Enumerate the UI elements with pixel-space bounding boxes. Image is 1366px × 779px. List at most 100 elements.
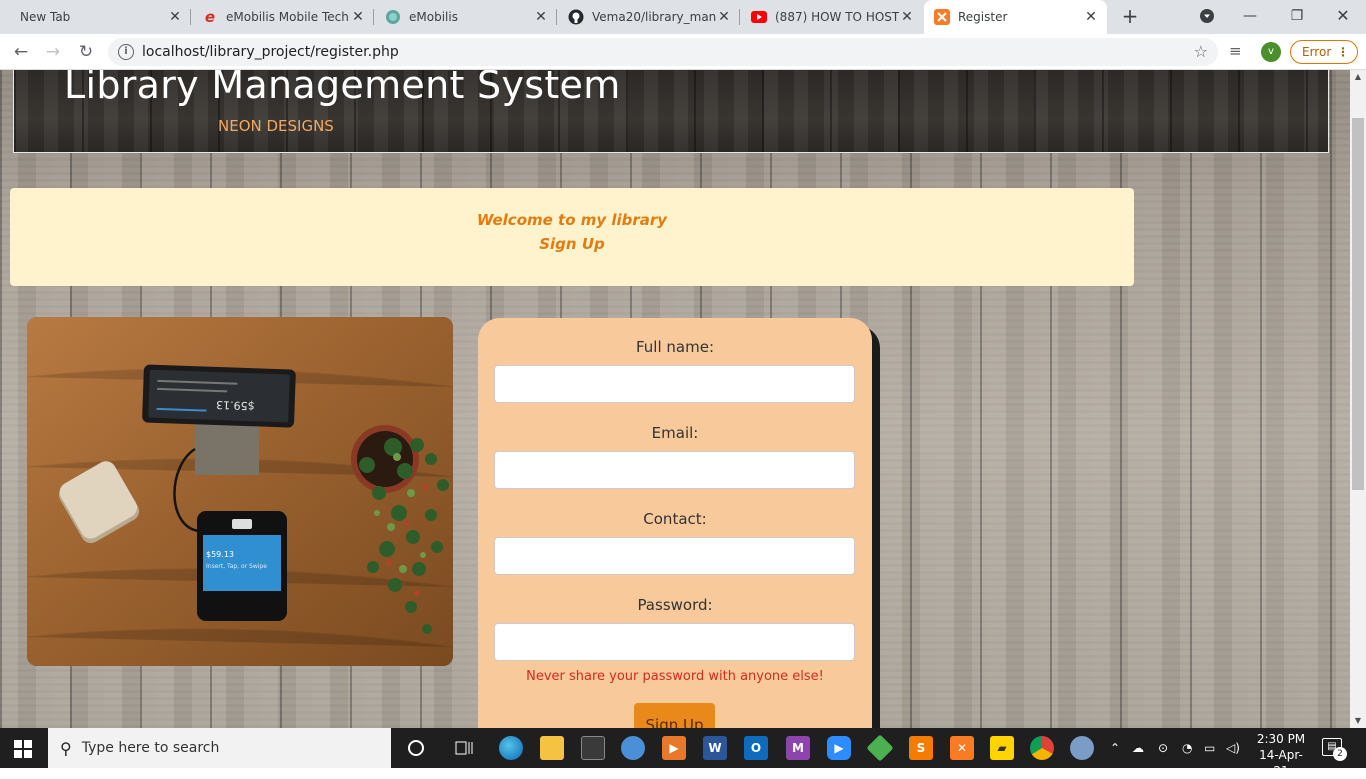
wifi-icon[interactable]: ◔	[1182, 728, 1192, 768]
pos-terminal-image: $59.13 $59.13 Insert, Tap, or Swipe	[27, 317, 453, 666]
minimize-icon[interactable]: —	[1235, 4, 1265, 28]
back-icon[interactable]: ←	[9, 40, 33, 64]
store-icon[interactable]	[581, 736, 605, 760]
close-tab-icon[interactable]: ✕	[167, 9, 183, 25]
chrome-icon[interactable]	[1030, 736, 1054, 760]
sublime-icon[interactable]: S	[909, 736, 933, 760]
tab-new-tab[interactable]: New Tab ✕	[0, 0, 191, 34]
sticky-notes-icon[interactable]: ▰	[990, 736, 1014, 760]
show-hidden-icons[interactable]: ⌃	[1110, 728, 1120, 768]
close-tab-icon[interactable]: ✕	[899, 9, 915, 25]
tab-register[interactable]: Register ✕	[924, 0, 1107, 34]
tab-title: eMobilis Mobile Techn	[226, 10, 350, 24]
emobilis-globe-icon	[385, 9, 401, 25]
close-window-icon[interactable]: ✕	[1328, 4, 1358, 28]
emobilis-e-icon: e	[204, 8, 216, 26]
tab-emobilis-mobile[interactable]: e eMobilis Mobile Techn ✕	[192, 0, 374, 34]
tab-search-icon[interactable]	[1192, 4, 1222, 28]
tab-title: (887) HOW TO HOST A	[775, 10, 899, 24]
scrollbar-thumb[interactable]	[1352, 118, 1364, 490]
edge-icon[interactable]	[499, 736, 523, 760]
tab-youtube[interactable]: (887) HOW TO HOST A ✕	[741, 0, 923, 34]
taskbar: ⚲ Type here to search ▶ W O M ▶ S ✕ ▰ ⌃ …	[0, 728, 1366, 778]
taskbar-search-placeholder: Type here to search	[81, 740, 220, 756]
app-icon[interactable]	[1070, 736, 1094, 760]
youtube-icon	[751, 9, 767, 25]
search-icon: ⚲	[60, 738, 72, 758]
error-button[interactable]: Error ⋮	[1290, 40, 1358, 64]
clock-date: 14-Apr-21	[1259, 748, 1303, 778]
address-bar[interactable]: i localhost/library_project/register.php…	[108, 38, 1218, 66]
cortana-icon[interactable]	[404, 736, 428, 760]
profile-avatar[interactable]: v	[1261, 42, 1281, 62]
browser-tabstrip: New Tab ✕ e eMobilis Mobile Techn ✕ eMob…	[0, 0, 1366, 34]
tab-title: Register	[958, 10, 1008, 24]
media-icon[interactable]: ▶	[662, 736, 686, 760]
tab-title: eMobilis	[409, 10, 458, 24]
clock-time: 2:30 PM	[1256, 732, 1306, 746]
site-info-icon[interactable]: i	[118, 44, 134, 60]
tab-github[interactable]: Vema20/library_manag ✕	[558, 0, 740, 34]
app-icon[interactable]	[621, 736, 645, 760]
notification-center-icon[interactable]: ▤ 2	[1322, 738, 1347, 761]
app-tray-icon[interactable]: ⊙	[1158, 728, 1168, 768]
fullname-input[interactable]	[494, 365, 855, 403]
bookmark-star-icon[interactable]: ☆	[1194, 42, 1208, 61]
contact-input[interactable]	[494, 537, 855, 575]
github-icon	[568, 9, 584, 25]
volume-icon[interactable]: ◁)	[1226, 728, 1240, 768]
windows-start-icon[interactable]	[14, 740, 32, 758]
reload-icon[interactable]: ↻	[74, 40, 98, 64]
onedrive-icon[interactable]: ☁	[1132, 728, 1144, 768]
taskbar-search[interactable]: ⚲ Type here to search	[48, 728, 391, 768]
site-subtitle: NEON DESIGNS	[218, 117, 334, 135]
url-text[interactable]: localhost/library_project/register.php	[142, 44, 399, 60]
tablet-amount-text: $59.13	[216, 398, 255, 412]
email-label: Email:	[651, 424, 699, 442]
taskbar-clock[interactable]: 2:30 PM 14-Apr-21	[1252, 731, 1310, 779]
contact-label: Contact:	[643, 510, 707, 528]
tab-emobilis[interactable]: eMobilis ✕	[375, 0, 557, 34]
reading-list-icon[interactable]: ≡	[1229, 42, 1242, 60]
scroll-up-icon[interactable]: ▲	[1350, 70, 1366, 84]
task-view-icon[interactable]	[452, 736, 476, 760]
signup-heading: Sign Up	[539, 235, 605, 253]
app-icon[interactable]: M	[786, 736, 810, 760]
site-title: Library Management System	[64, 70, 621, 107]
battery-icon[interactable]: ▭	[1204, 728, 1215, 768]
signup-form: Full name: Email: Contact: Password: Nev…	[478, 318, 872, 728]
file-explorer-icon[interactable]	[540, 736, 564, 760]
browser-toolbar: ← → ↻ i localhost/library_project/regist…	[0, 34, 1366, 70]
app-icon[interactable]	[866, 734, 894, 762]
forward-icon[interactable]: →	[41, 40, 65, 64]
zoom-icon[interactable]: ▶	[827, 736, 851, 760]
scroll-down-icon[interactable]: ▼	[1350, 714, 1366, 728]
new-tab-button[interactable]: +	[1119, 6, 1141, 28]
more-menu-icon: ⋮	[1337, 45, 1349, 59]
close-tab-icon[interactable]: ✕	[350, 9, 366, 25]
close-tab-icon[interactable]: ✕	[533, 9, 549, 25]
fullname-label: Full name:	[635, 338, 714, 356]
signup-button[interactable]: Sign Up	[634, 703, 715, 728]
notification-count-badge: 2	[1333, 747, 1347, 761]
site-header: Library Management System NEON DESIGNS	[13, 70, 1329, 153]
password-input[interactable]	[494, 623, 855, 661]
xampp-icon	[934, 9, 950, 25]
vertical-scrollbar[interactable]: ▲ ▼	[1350, 70, 1366, 728]
library-photo: $59.13 $59.13 Insert, Tap, or Swipe	[27, 317, 453, 666]
email-input[interactable]	[494, 451, 855, 489]
xampp-icon[interactable]: ✕	[950, 736, 974, 760]
error-label: Error	[1302, 45, 1332, 59]
tab-title: Vema20/library_manag	[592, 10, 716, 24]
word-icon[interactable]: W	[703, 736, 727, 760]
close-tab-icon[interactable]: ✕	[716, 9, 732, 25]
password-label: Password:	[637, 596, 713, 614]
password-hint: Never share your password with anyone el…	[526, 669, 824, 684]
welcome-banner: Welcome to my library Sign Up	[10, 188, 1134, 286]
page-viewport: Library Management System NEON DESIGNS W…	[0, 70, 1350, 728]
outlook-icon[interactable]: O	[744, 736, 768, 760]
phone-caption-text: Insert, Tap, or Swipe	[206, 563, 267, 570]
tab-title: New Tab	[20, 10, 71, 24]
close-tab-icon[interactable]: ✕	[1083, 9, 1099, 25]
restore-icon[interactable]: ❐	[1282, 4, 1312, 28]
